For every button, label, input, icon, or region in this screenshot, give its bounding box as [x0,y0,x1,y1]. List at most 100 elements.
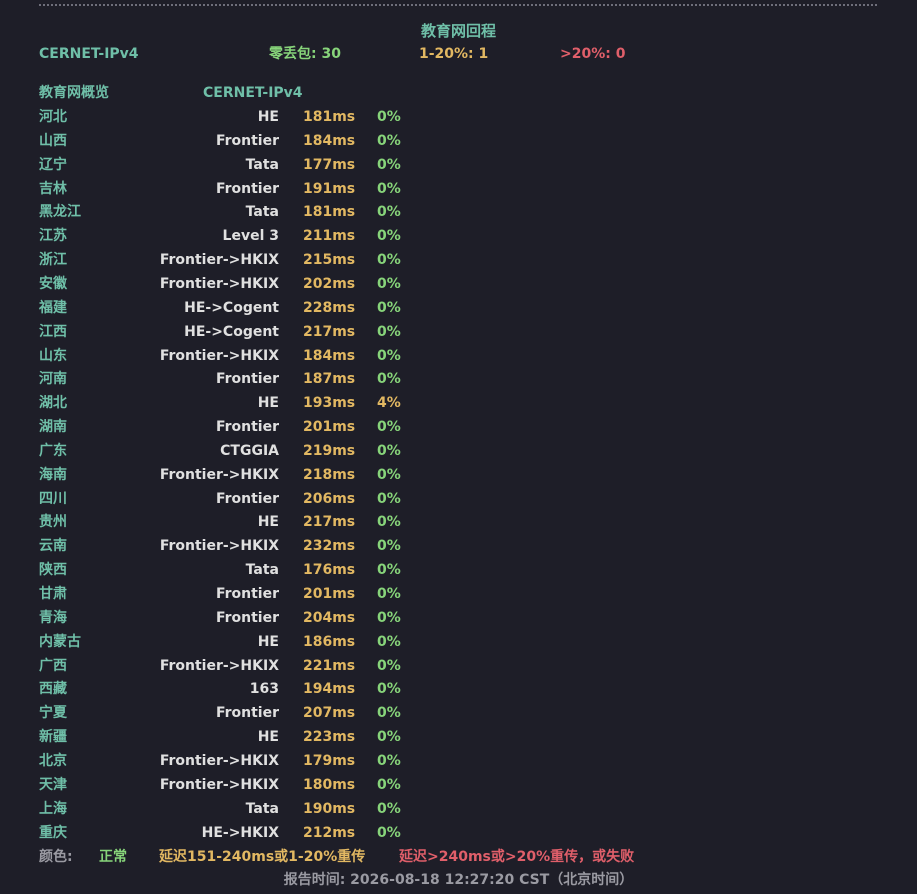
row-packet-loss: 0% [377,156,401,173]
row-latency: 187ms [303,371,356,388]
row-latency: 221ms [303,657,356,674]
table-row: 吉林 Frontier 191ms 0% [0,177,917,201]
row-isp-route: Frontier [215,419,279,436]
row-latency: 232ms [303,538,356,555]
row-latency: 228ms [303,299,356,316]
table-row: 云南 Frontier->HKIX 232ms 0% [0,534,917,558]
table-row: 山西 Frontier 184ms 0% [0,129,917,153]
table-row: 宁夏 Frontier 207ms 0% [0,701,917,725]
table-row: 青海 Frontier 204ms 0% [0,606,917,630]
row-isp-route: HE [257,633,279,650]
row-packet-loss: 0% [377,657,401,674]
row-isp-route: Tata [245,562,279,579]
row-packet-loss: 0% [377,681,401,698]
row-packet-loss: 0% [377,705,401,722]
row-latency: 212ms [303,824,356,841]
row-isp-route: Frontier->HKIX [159,275,279,292]
summary-high-loss: >20%: 0 [560,46,626,62]
row-province: 青海 [39,609,67,626]
row-isp-route: Frontier->HKIX [159,347,279,364]
row-packet-loss: 0% [377,228,401,245]
row-province: 上海 [39,800,67,817]
row-province: 北京 [39,752,67,769]
row-province: 内蒙古 [39,633,81,650]
row-latency: 215ms [303,252,356,269]
row-packet-loss: 0% [377,562,401,579]
row-province: 安徽 [39,275,67,292]
row-province: 重庆 [39,824,67,841]
row-isp-route: HE [257,514,279,531]
row-isp-route: Frontier [215,609,279,626]
row-latency: 211ms [303,228,356,245]
row-province: 广东 [39,442,67,459]
row-latency: 184ms [303,132,356,149]
table-row: 浙江 Frontier->HKIX 215ms 0% [0,248,917,272]
row-isp-route: HE->Cogent [184,323,279,340]
row-province: 广西 [39,657,67,674]
table-row: 福建 HE->Cogent 228ms 0% [0,296,917,320]
row-province: 福建 [39,299,67,316]
row-isp-route: Frontier [215,180,279,197]
table-row: 甘肃 Frontier 201ms 0% [0,582,917,606]
table-row: 湖北 HE 193ms 4% [0,391,917,415]
row-isp-route: Frontier->HKIX [159,752,279,769]
row-packet-loss: 0% [377,371,401,388]
table-row: 广西 Frontier->HKIX 221ms 0% [0,654,917,678]
row-packet-loss: 0% [377,490,401,507]
row-latency: 177ms [303,156,356,173]
row-isp-route: HE->Cogent [184,299,279,316]
report-title: 教育网回程 [420,22,496,40]
table-row: 上海 Tata 190ms 0% [0,797,917,821]
row-province: 吉林 [39,180,67,197]
table-row: 贵州 HE 217ms 0% [0,510,917,534]
report-timestamp: 报告时间: 2026-08-18 12:27:20 CST（北京时间） [283,872,634,888]
row-packet-loss: 0% [377,800,401,817]
row-latency: 217ms [303,514,356,531]
row-isp-route: Level 3 [222,228,279,245]
table-row: 海南 Frontier->HKIX 218ms 0% [0,463,917,487]
row-packet-loss: 0% [377,586,401,602]
row-latency: 194ms [303,681,356,698]
row-packet-loss: 0% [377,419,401,436]
row-province: 辽宁 [39,156,67,173]
row-isp-route: HE [257,109,279,125]
table-row: 安徽 Frontier->HKIX 202ms 0% [0,272,917,296]
summary-mid-loss: 1-20%: 1 [419,46,489,62]
row-province: 江西 [39,323,67,340]
row-latency: 202ms [303,275,356,292]
row-latency: 179ms [303,752,356,769]
row-province: 河北 [39,109,67,125]
row-packet-loss: 0% [377,275,401,292]
row-latency: 218ms [303,466,356,483]
row-packet-loss: 0% [377,180,401,197]
row-isp-route: Tata [245,800,279,817]
row-isp-route: Tata [245,204,279,221]
row-province: 陕西 [39,562,67,579]
row-isp-route: Frontier->HKIX [159,657,279,674]
row-packet-loss: 0% [377,752,401,769]
row-province: 四川 [39,490,67,507]
row-province: 西藏 [39,681,67,698]
row-latency: 193ms [303,395,356,412]
table-row: 广东 CTGGIA 219ms 0% [0,439,917,463]
legend-label: 颜色: [39,849,73,865]
summary-network: CERNET-IPv4 [39,46,139,62]
row-province: 山东 [39,347,67,364]
row-latency: 201ms [303,419,356,436]
row-packet-loss: 0% [377,776,401,793]
row-isp-route: Frontier [215,132,279,149]
row-isp-route: HE [257,729,279,746]
table-row: 天津 Frontier->HKIX 180ms 0% [0,773,917,797]
row-province: 浙江 [39,252,67,269]
row-province: 新疆 [39,729,67,746]
row-packet-loss: 0% [377,633,401,650]
table-row: 北京 Frontier->HKIX 179ms 0% [0,749,917,773]
row-latency: 204ms [303,609,356,626]
row-province: 贵州 [39,514,67,531]
row-packet-loss: 0% [377,466,401,483]
table-row: 山东 Frontier->HKIX 184ms 0% [0,344,917,368]
table-header-network: CERNET-IPv4 [203,85,303,101]
table-row: 新疆 HE 223ms 0% [0,725,917,749]
table-row: 江苏 Level 3 211ms 0% [0,224,917,248]
summary-zero-loss: 零丢包: 30 [269,46,341,62]
